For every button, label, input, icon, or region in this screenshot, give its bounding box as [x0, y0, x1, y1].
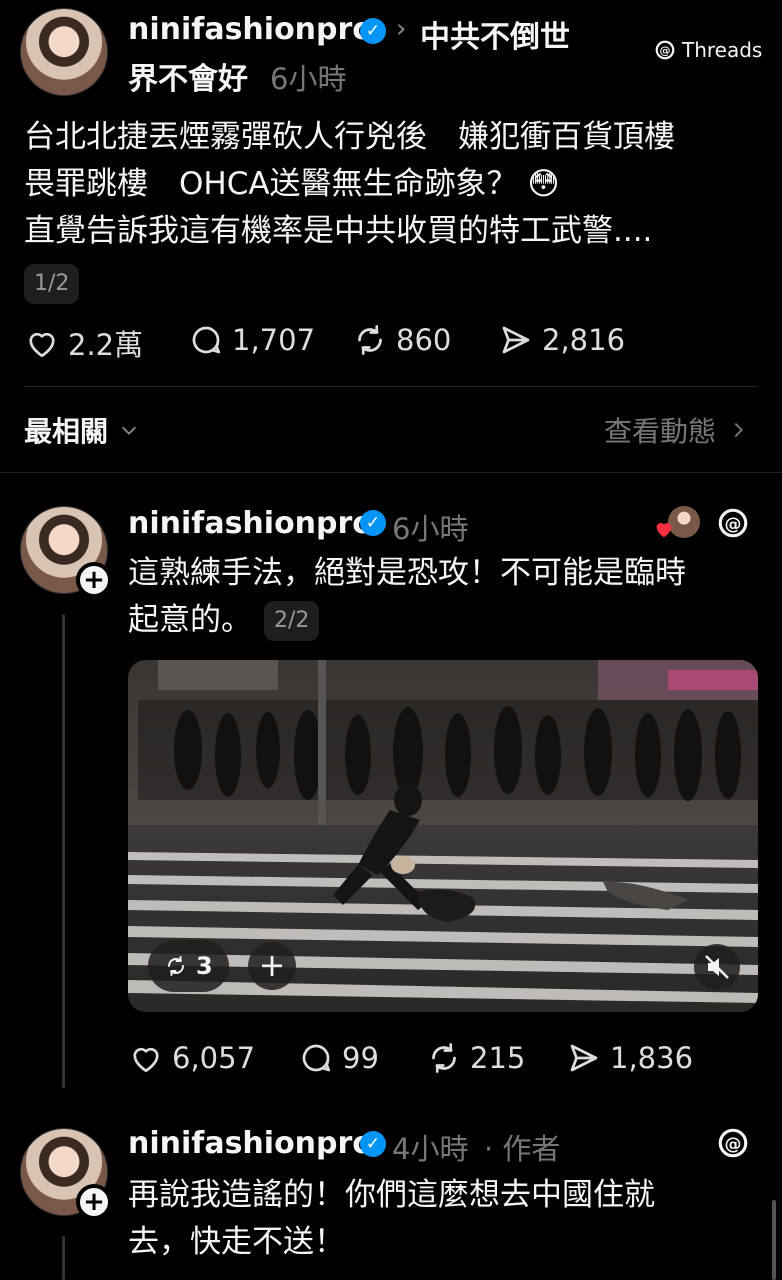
send-icon	[502, 326, 530, 354]
like-count: 2.2萬	[68, 328, 144, 362]
sort-dropdown[interactable]: 最相關	[24, 410, 140, 450]
thread-line	[62, 1236, 65, 1280]
verified-icon: ✓	[360, 18, 386, 44]
reply-text-line-2-wrap: 起意的。 2/2	[128, 597, 768, 644]
mute-button[interactable]	[694, 944, 740, 990]
repost-icon	[358, 325, 382, 355]
share-button[interactable]: 2,816	[498, 322, 625, 358]
sort-label: 最相關	[24, 415, 109, 448]
post-text-line-3: 直覺告訴我這有機率是中共收買的特工武警....	[24, 213, 653, 249]
repost-count: 860	[396, 323, 452, 357]
avatar[interactable]	[20, 8, 108, 96]
share-count: 1,836	[610, 1041, 694, 1075]
divider	[24, 386, 758, 387]
page-indicator: 1/2	[24, 264, 80, 304]
author-tag: · 作者	[484, 1132, 561, 1166]
video-repost-count: 3	[196, 952, 213, 980]
share-count: 2,816	[542, 323, 626, 357]
post-text: 台北北捷丟煙霧彈砍人行兇後 嫌犯衝百貨頂樓 畏罪跳樓 OHCA送醫無生命跡象？ …	[24, 114, 774, 255]
divider	[0, 472, 782, 473]
threads-logo-icon[interactable]: @	[716, 1126, 750, 1160]
repost-count: 215	[470, 1041, 526, 1075]
verified-icon: ✓	[360, 510, 386, 536]
like-count: 6,057	[172, 1041, 256, 1075]
svg-text:@: @	[725, 1134, 742, 1154]
like-button[interactable]: 6,057	[128, 1040, 255, 1076]
repost-button[interactable]: 860	[352, 322, 451, 358]
threads-brand-label: Threads	[682, 38, 763, 62]
breadcrumb-topic[interactable]: 中共不倒世	[420, 12, 570, 56]
repost-icon	[168, 956, 184, 976]
threads-brand[interactable]: @ Threads	[654, 38, 762, 62]
threads-logo-icon: @	[655, 40, 675, 60]
post-username[interactable]: ninifashionpro	[128, 12, 373, 47]
reply-button[interactable]: 1,707	[188, 322, 315, 358]
reply-time: 4小時	[392, 1132, 469, 1166]
video-repost-chip[interactable]: 3	[148, 940, 229, 992]
reply-text-line-2: 起意的。	[128, 602, 252, 638]
follow-button[interactable]: +	[76, 1184, 112, 1220]
view-activity-link[interactable]: 查看動態	[604, 410, 748, 450]
page-indicator: 2/2	[264, 600, 320, 641]
heart-icon	[29, 332, 55, 358]
heart-icon	[133, 1047, 159, 1073]
send-icon	[570, 1044, 598, 1072]
threads-logo-icon[interactable]: @	[716, 506, 750, 540]
post-text-line-1: 台北北捷丟煙霧彈砍人行兇後 嫌犯衝百貨頂樓	[24, 119, 675, 155]
post-text-line-2: 畏罪跳樓 OHCA送醫無生命跡象？ 😳	[24, 166, 560, 202]
video-player[interactable]: 3 +	[128, 660, 758, 1012]
reply-button[interactable]: 99	[298, 1040, 379, 1076]
comment-icon	[192, 326, 221, 354]
chevron-down-icon	[121, 426, 137, 435]
follow-button[interactable]: +	[76, 562, 112, 598]
view-activity-label: 查看動態	[603, 415, 716, 448]
repost-button[interactable]: 215	[426, 1040, 525, 1076]
reply-text-line-2: 去，快走不送！	[128, 1224, 345, 1260]
share-button[interactable]: 1,836	[566, 1040, 693, 1076]
scrollbar[interactable]	[772, 1200, 776, 1280]
reply-username[interactable]: ninifashionpro	[128, 1126, 373, 1161]
svg-text:@: @	[725, 514, 742, 534]
reply-count: 1,707	[232, 323, 316, 357]
svg-text:@: @	[660, 44, 671, 57]
reply-count: 99	[342, 1041, 379, 1075]
like-button[interactable]: 2.2萬	[24, 322, 143, 364]
page-indicator-label: 1/2	[24, 264, 80, 304]
chevron-right-icon: ›	[396, 14, 407, 44]
chevron-right-icon	[734, 422, 744, 438]
liked-by-author-indicator	[652, 506, 700, 540]
reply-username[interactable]: ninifashionpro	[128, 506, 373, 541]
reply-text-line-1: 再說我造謠的！你們這麼想去中國住就	[128, 1177, 655, 1213]
thread-line	[62, 614, 65, 1088]
reply-text: 這熟練手法，絕對是恐攻！不可能是臨時 起意的。 2/2	[128, 550, 768, 644]
post-time: 6小時	[270, 62, 347, 96]
muted-speaker-icon	[705, 955, 729, 979]
heart-filled-icon	[656, 523, 672, 538]
reply-text: 再說我造謠的！你們這麼想去中國住就 去，快走不送！	[128, 1172, 748, 1266]
comment-icon	[302, 1044, 331, 1072]
video-add-button[interactable]: +	[248, 942, 296, 990]
breadcrumb-topic-cont[interactable]: 界不會好	[128, 54, 248, 98]
reply-time: 6小時	[392, 512, 469, 546]
reply-text-line-1: 這熟練手法，絕對是恐攻！不可能是臨時	[128, 555, 686, 591]
verified-icon: ✓	[360, 1131, 386, 1157]
repost-icon	[432, 1043, 456, 1073]
